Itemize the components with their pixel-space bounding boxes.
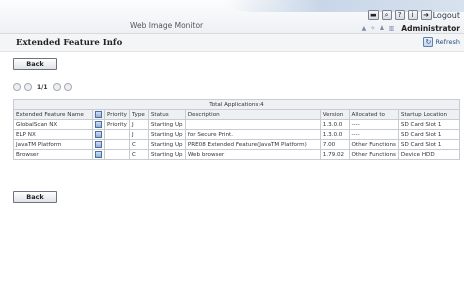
app-title: Web Image Monitor — [130, 21, 204, 30]
user-icon[interactable]: ♟ — [379, 25, 384, 32]
description — [184, 119, 321, 130]
info-icon[interactable]: i — [407, 10, 418, 20]
page-indicator: 1/1 — [37, 83, 48, 91]
refresh-icon: ↻ — [423, 37, 434, 47]
top-toolbar: ▬ ⌕ ? i ➜ Logout — [367, 10, 460, 20]
priority — [104, 129, 130, 140]
details-cell[interactable] — [92, 149, 105, 160]
description: Web browser — [184, 149, 321, 160]
refresh-label: Refresh — [435, 38, 460, 46]
type: J — [128, 129, 149, 140]
back-button[interactable]: Back — [13, 191, 57, 203]
applications-table: Total Applications:4 Extended Feature Na… — [12, 99, 461, 160]
feature-name: JavaTM Platform — [12, 139, 94, 150]
alert-icon[interactable]: ▲ — [362, 25, 367, 32]
back-button[interactable]: Back — [13, 58, 57, 70]
startup-location: SD Card Slot 1 — [397, 119, 461, 130]
details-cell[interactable] — [92, 139, 105, 150]
priority — [104, 149, 130, 160]
feature-name: GlobalScan NX — [12, 119, 94, 130]
column-header — [92, 109, 105, 120]
feature-name: ELP NX — [12, 129, 94, 140]
version: 7.00 — [319, 139, 350, 150]
table-row: ELP NX J Starting Up for Secure Print. 1… — [12, 129, 461, 140]
startup-location: SD Card Slot 1 — [397, 139, 461, 150]
column-header[interactable]: Priority — [104, 109, 130, 120]
logout-button[interactable]: ➜ Logout — [420, 10, 460, 20]
allocated-to: ---- — [348, 129, 399, 140]
column-header[interactable]: Allocated to — [348, 109, 399, 120]
status-icons: ▲ ✧ ♟ ▥ Administrator — [362, 24, 460, 33]
prev-page-icon[interactable] — [24, 83, 32, 91]
logout-label: Logout — [432, 10, 460, 20]
type: C — [128, 149, 149, 160]
details-icon[interactable] — [95, 121, 103, 128]
allocated-to: Other Functions — [348, 139, 399, 150]
column-header[interactable]: Status — [147, 109, 186, 120]
description: PRE08 Extended Feature(JavaTM Platform) — [184, 139, 321, 150]
next-page-icon[interactable] — [52, 83, 61, 91]
app-icon — [95, 111, 103, 118]
page-title: Extended Feature Info — [16, 38, 123, 48]
details-icon[interactable] — [95, 151, 103, 158]
help-icon[interactable]: ? — [394, 10, 405, 20]
total-applications: Total Applications:4 — [13, 99, 460, 110]
table-row: Browser C Starting Up Web browser 1.79.0… — [12, 149, 461, 160]
details-icon[interactable] — [95, 141, 103, 148]
startup-location: SD Card Slot 1 — [397, 129, 461, 140]
type: J — [128, 119, 149, 130]
table-row: GlobalScan NX Priority J Starting Up 1.3… — [12, 119, 461, 130]
search-icon[interactable]: ⌕ — [381, 10, 392, 20]
status: Starting Up — [147, 119, 186, 130]
column-header[interactable]: Startup Location — [397, 109, 461, 120]
status: Starting Up — [147, 139, 186, 150]
table-row: JavaTM Platform C Starting Up PRE08 Exte… — [12, 139, 461, 150]
table-header-row: Extended Feature Name Priority Type Stat… — [12, 109, 461, 120]
tool-icon[interactable]: ✧ — [370, 25, 375, 32]
version: 1.79.02 — [319, 149, 350, 160]
user-name: Administrator — [401, 24, 460, 33]
details-cell[interactable] — [92, 119, 105, 130]
allocated-to: Other Functions — [348, 149, 399, 160]
allocated-to: ---- — [348, 119, 399, 130]
keyboard-icon[interactable]: ▬ — [367, 10, 379, 20]
details-icon[interactable] — [95, 131, 103, 138]
device-icon[interactable]: ▥ — [389, 25, 395, 32]
status: Starting Up — [147, 149, 186, 160]
last-page-icon[interactable] — [63, 83, 72, 91]
page-header: Extended Feature Info ↻ Refresh — [0, 34, 464, 52]
top-bar: Web Image Monitor ▬ ⌕ ? i ➜ Logout ▲ ✧ ♟… — [0, 0, 464, 34]
priority — [104, 139, 130, 150]
priority: Priority — [104, 119, 130, 130]
column-header[interactable]: Description — [184, 109, 321, 120]
logout-icon: ➜ — [420, 10, 432, 20]
pagination: 1/1 — [13, 83, 72, 91]
description: for Secure Print. — [184, 129, 321, 140]
refresh-button[interactable]: ↻ Refresh — [423, 37, 460, 47]
status: Starting Up — [147, 129, 186, 140]
version: 1.3.0.0 — [319, 129, 350, 140]
feature-name: Browser — [12, 149, 94, 160]
details-cell[interactable] — [92, 129, 105, 140]
startup-location: Device HDD — [397, 149, 461, 160]
column-header[interactable]: Version — [319, 109, 350, 120]
type: C — [128, 139, 149, 150]
column-header[interactable]: Extended Feature Name — [12, 109, 94, 120]
column-header[interactable]: Type — [128, 109, 149, 120]
first-page-icon[interactable] — [13, 83, 21, 91]
version: 1.3.0.0 — [319, 119, 350, 130]
